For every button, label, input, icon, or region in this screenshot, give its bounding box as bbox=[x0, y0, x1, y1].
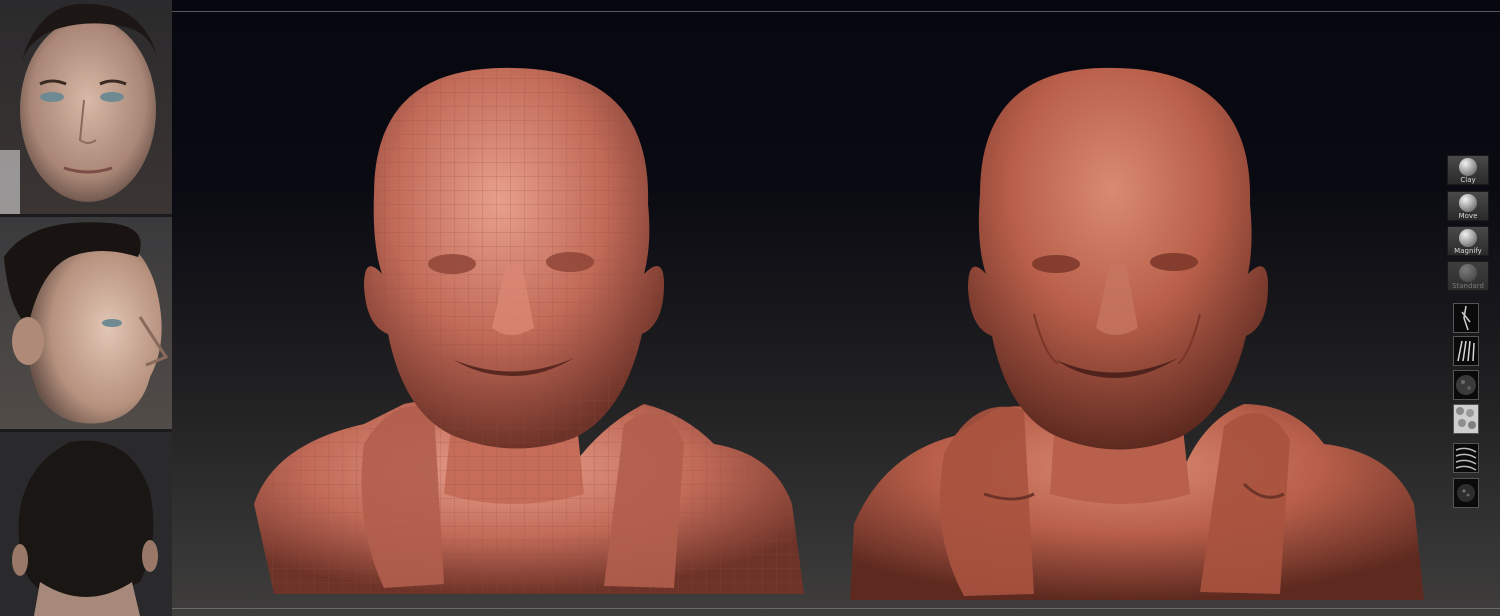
magnify-brush-icon bbox=[1459, 229, 1477, 247]
alpha-cells-icon bbox=[1454, 405, 1478, 433]
clay-brush-label: Clay bbox=[1460, 176, 1476, 184]
move-brush-label: Move bbox=[1458, 212, 1478, 220]
viewport-top-divider bbox=[172, 11, 1500, 12]
alpha-noise-tile[interactable] bbox=[1453, 370, 1479, 400]
magnify-brush-label: Magnify bbox=[1454, 247, 1482, 255]
move-brush-icon bbox=[1459, 194, 1477, 212]
alpha-cells-tile[interactable] bbox=[1453, 404, 1479, 434]
viewport-bottom-divider bbox=[172, 608, 1500, 609]
alpha-dots-icon bbox=[1457, 484, 1475, 502]
sculpted-bust-model[interactable] bbox=[844, 64, 1434, 606]
lowpoly-bust-model[interactable] bbox=[244, 64, 816, 606]
magnify-brush-button[interactable]: Magnify bbox=[1447, 226, 1489, 256]
move-brush-button[interactable]: Move bbox=[1447, 191, 1489, 221]
sculpt-viewport[interactable] bbox=[172, 0, 1500, 616]
side-view-photo bbox=[0, 217, 172, 429]
clay-brush-button[interactable]: Clay bbox=[1447, 155, 1489, 185]
reference-photo-panel bbox=[0, 0, 172, 616]
alpha-dots-tile[interactable] bbox=[1453, 478, 1479, 508]
alpha-stroke-1-tile[interactable] bbox=[1453, 303, 1479, 333]
alpha-noise-icon bbox=[1456, 375, 1476, 395]
standard-brush-button[interactable]: Standard bbox=[1447, 261, 1489, 291]
front-view-photo bbox=[0, 0, 172, 214]
alpha-waves-icon bbox=[1455, 447, 1477, 471]
clay-brush-icon bbox=[1459, 158, 1477, 176]
alpha-stroke-2-icon bbox=[1457, 340, 1475, 362]
back-view-photo bbox=[0, 432, 172, 616]
alpha-stroke-2-tile[interactable] bbox=[1453, 336, 1479, 366]
alpha-waves-tile[interactable] bbox=[1453, 443, 1479, 473]
standard-brush-label: Standard bbox=[1452, 282, 1484, 290]
alpha-stroke-1-icon bbox=[1461, 305, 1471, 331]
standard-brush-icon bbox=[1459, 264, 1477, 282]
